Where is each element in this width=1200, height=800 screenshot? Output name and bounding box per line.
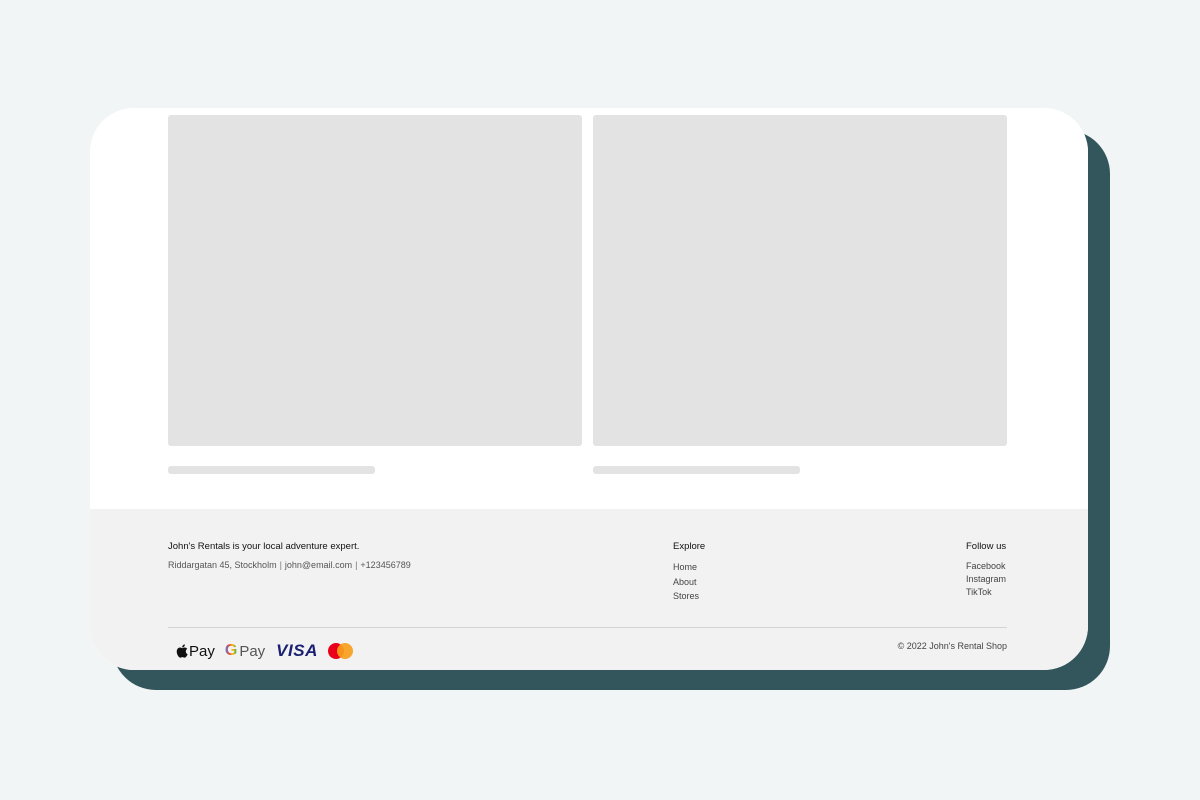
product-grid xyxy=(90,108,1088,509)
contact-address: Riddargatan 45, Stockholm xyxy=(168,560,277,570)
apple-pay-logo: Pay xyxy=(176,643,215,660)
apple-icon xyxy=(176,644,188,658)
footer-link-home[interactable]: Home xyxy=(673,560,705,575)
footer-tagline: John's Rentals is your local adventure e… xyxy=(168,541,360,552)
visa-icon: VISA xyxy=(276,641,318,660)
footer-divider xyxy=(168,627,1007,628)
explore-heading: Explore xyxy=(673,541,706,552)
apple-pay-text: Pay xyxy=(189,642,215,660)
footer-explore-column: Explore Home About Stores xyxy=(673,541,705,604)
footer-contact: Riddargatan 45, Stockholm | john@email.com… xyxy=(168,560,411,570)
copyright-text: © 2022 John's Rental Shop xyxy=(897,641,1007,651)
mastercard-yellow-circle xyxy=(336,643,353,659)
footer-link-facebook[interactable]: Facebook xyxy=(966,560,1006,573)
footer-link-stores[interactable]: Stores xyxy=(673,589,705,604)
product-title-placeholder xyxy=(593,466,800,474)
contact-separator: | xyxy=(355,560,358,570)
mastercard-icon xyxy=(327,643,353,659)
product-image-placeholder[interactable] xyxy=(593,115,1007,446)
page-card: John's Rentals is your local adventure e… xyxy=(90,108,1088,670)
page: John's Rentals is your local adventure e… xyxy=(0,0,1200,800)
payment-methods: Pay G Pay VISA xyxy=(176,640,353,662)
product-image-placeholder[interactable] xyxy=(168,115,582,446)
footer-link-tiktok[interactable]: TikTok xyxy=(966,586,1006,599)
google-icon: G xyxy=(224,642,238,659)
footer-link-instagram[interactable]: Instagram xyxy=(966,573,1006,586)
product-card[interactable] xyxy=(593,115,1007,474)
google-pay-text: Pay xyxy=(239,642,266,660)
product-card[interactable] xyxy=(168,115,582,474)
contact-separator: | xyxy=(279,560,282,570)
google-pay-logo: G Pay xyxy=(225,642,265,660)
footer-follow-column: Follow us Facebook Instagram TikTok xyxy=(966,541,1006,599)
footer-link-about[interactable]: About xyxy=(673,575,705,590)
footer: John's Rentals is your local adventure e… xyxy=(90,509,1088,670)
product-title-placeholder xyxy=(168,466,375,474)
contact-phone[interactable]: +123456789 xyxy=(360,560,410,570)
follow-heading: Follow us xyxy=(966,541,1007,552)
contact-email[interactable]: john@email.com xyxy=(285,560,352,570)
